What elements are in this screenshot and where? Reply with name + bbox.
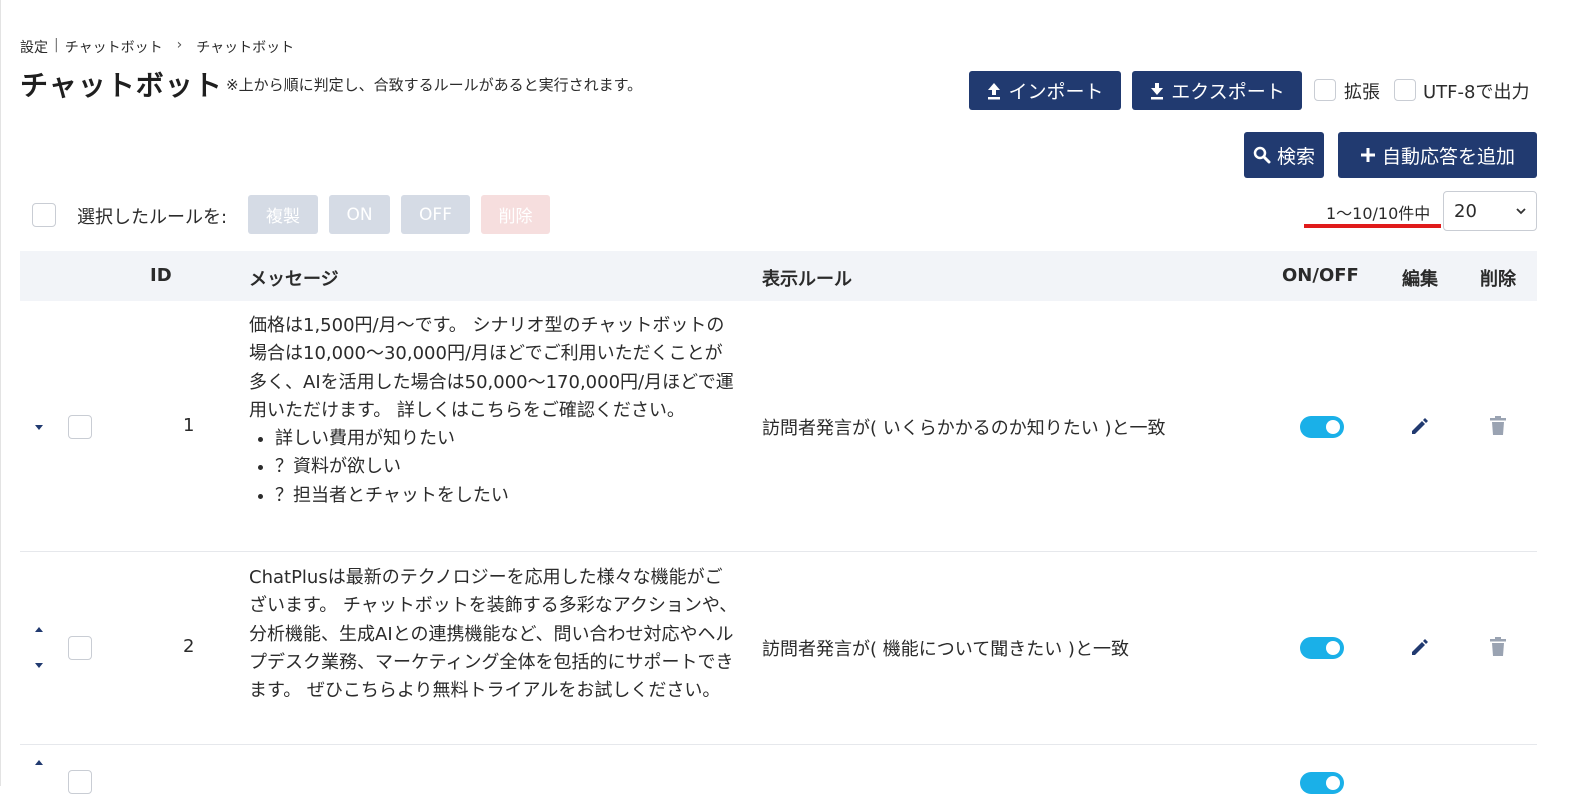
- bulk-delete-button[interactable]: 削除: [481, 195, 550, 234]
- download-icon: [1151, 82, 1164, 99]
- breadcrumb: 設定 | チャットボット › チャットボット: [20, 37, 294, 57]
- page-size-select[interactable]: 20: [1443, 191, 1537, 231]
- extend-checkbox[interactable]: [1314, 79, 1336, 101]
- bulk-copy-button[interactable]: 複製: [248, 195, 318, 234]
- move-up-icon[interactable]: [35, 760, 43, 765]
- row-rule: 訪問者発言が( いくらかかるのか知りたい )と一致: [762, 418, 1166, 439]
- highlight-underline: [1304, 224, 1441, 228]
- trash-icon[interactable]: [1488, 636, 1508, 658]
- row-divider: [20, 551, 1537, 552]
- breadcrumb-current: チャットボット: [196, 40, 295, 56]
- move-up-icon[interactable]: [35, 627, 43, 632]
- row-checkbox[interactable]: [68, 770, 92, 794]
- upload-icon: [988, 82, 1001, 99]
- row-checkbox[interactable]: [68, 415, 92, 439]
- export-label: エクスポート: [1171, 81, 1285, 103]
- row-message: ChatPlusは最新のテクノロジーを応用した様々な機能がございます。 チャット…: [249, 567, 738, 702]
- chevron-down-icon: [1516, 208, 1526, 215]
- breadcrumb-separator: |: [54, 37, 59, 53]
- choice-item: ？資料が欲しい: [275, 453, 739, 481]
- row-id: 2: [183, 636, 195, 657]
- breadcrumb-settings[interactable]: 設定: [20, 37, 48, 57]
- breadcrumb-chevron-icon: ›: [176, 37, 183, 53]
- row-message: 価格は1,500円/月〜です。 シナリオ型のチャットボットの場合は10,000〜…: [249, 312, 739, 510]
- choice-item: 詳しい費用が知りたい: [275, 425, 739, 453]
- pencil-icon[interactable]: [1409, 636, 1431, 658]
- select-all-checkbox[interactable]: [32, 203, 56, 227]
- move-down-icon[interactable]: [35, 425, 43, 430]
- left-border: [0, 0, 1, 786]
- header-id: ID: [150, 265, 172, 286]
- utf8-checkbox[interactable]: [1394, 79, 1416, 101]
- table-header: ID メッセージ 表示ルール ON/OFF 編集 削除: [20, 251, 1537, 301]
- choice-item: ？担当者とチャットをしたい: [275, 482, 739, 510]
- plus-icon: [1360, 148, 1375, 162]
- row-divider: [20, 744, 1537, 745]
- row-rule: 訪問者発言が( 機能について聞きたい )と一致: [762, 639, 1129, 660]
- bulk-off-button[interactable]: OFF: [401, 195, 470, 234]
- row-checkbox[interactable]: [68, 636, 92, 660]
- page-title: チャットボット: [20, 69, 223, 102]
- enable-toggle[interactable]: [1300, 637, 1344, 659]
- bulk-action-label: 選択したルールを:: [77, 207, 228, 228]
- utf8-label: UTF-8で出力: [1423, 82, 1530, 103]
- header-edit: 編集: [1402, 269, 1438, 290]
- import-label: インポート: [1008, 81, 1104, 103]
- enable-toggle[interactable]: [1300, 772, 1344, 794]
- enable-toggle[interactable]: [1300, 416, 1344, 438]
- header-message: メッセージ: [249, 269, 339, 290]
- search-label: 検索: [1276, 145, 1315, 168]
- choice-list: 詳しい費用が知りたい ？資料が欲しい ？担当者とチャットをしたい: [249, 425, 739, 510]
- message-text: 価格は1,500円/月〜です。 シナリオ型のチャットボットの場合は10,000〜…: [249, 315, 734, 421]
- pencil-icon[interactable]: [1409, 415, 1431, 437]
- export-button[interactable]: エクスポート: [1132, 71, 1302, 110]
- page-size-value: 20: [1454, 200, 1477, 222]
- bulk-on-button[interactable]: ON: [329, 195, 390, 234]
- header-rule: 表示ルール: [762, 269, 852, 290]
- header-onoff: ON/OFF: [1282, 265, 1359, 286]
- extend-label: 拡張: [1344, 82, 1380, 103]
- page-note: ※上から順に判定し、合致するルールがあると実行されます。: [226, 76, 643, 94]
- add-auto-response-button[interactable]: 自動応答を追加: [1338, 132, 1537, 178]
- header-delete: 削除: [1480, 269, 1516, 290]
- search-icon: [1253, 146, 1271, 164]
- add-label: 自動応答を追加: [1381, 145, 1515, 168]
- breadcrumb-parent[interactable]: チャットボット: [65, 37, 163, 57]
- trash-icon[interactable]: [1488, 415, 1508, 437]
- search-button[interactable]: 検索: [1244, 132, 1324, 178]
- row-id: 1: [183, 415, 195, 436]
- import-button[interactable]: インポート: [969, 71, 1121, 110]
- move-down-icon[interactable]: [35, 663, 43, 668]
- result-count: 1〜10/10件中: [1326, 204, 1431, 223]
